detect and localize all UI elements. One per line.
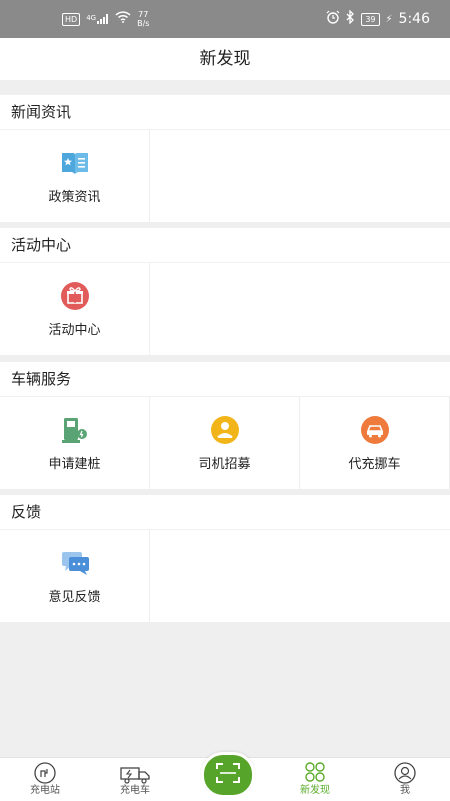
apply-charging-pile-item[interactable]: 申请建桩 (0, 397, 150, 489)
clock-time: 5:46 (398, 11, 430, 27)
charging-pile-icon (60, 415, 90, 445)
net-speed-unit: B/s (137, 19, 150, 28)
wifi-icon (115, 11, 131, 27)
tab-me[interactable]: 我 (360, 758, 450, 801)
page-title: 新发现 (199, 49, 251, 69)
news-grid: 政策资讯 (0, 130, 450, 222)
policy-news-label: 政策资讯 (48, 189, 101, 205)
section-title-vehicle: 车辆服务 (0, 362, 450, 397)
signal-icon: 4G (86, 14, 109, 24)
policy-news-item[interactable]: 政策资讯 (0, 130, 150, 222)
bluetooth-icon (346, 9, 355, 28)
charge-move-car-label: 代充挪车 (348, 456, 401, 472)
tab-charging-station-label: 充电站 (30, 785, 60, 796)
section-news: 新闻资讯 政策资讯 (0, 95, 450, 222)
charging-bolt-icon: ⚡ (385, 13, 393, 25)
feedback-grid: 意见反馈 (0, 530, 450, 622)
car-move-icon (360, 415, 390, 445)
scan-icon (215, 762, 241, 788)
charge-move-car-item[interactable]: 代充挪车 (300, 397, 450, 489)
section-activity: 活动中心 活动中心 (0, 228, 450, 355)
driver-recruit-icon (210, 415, 240, 445)
tab-discover-label: 新发现 (300, 785, 330, 796)
driver-recruit-label: 司机招募 (198, 456, 251, 472)
section-title-news: 新闻资讯 (0, 95, 450, 130)
feedback-item[interactable]: 意见反馈 (0, 530, 150, 622)
hd-badge: HD (62, 12, 81, 26)
net-speed: 77 B/s (137, 10, 149, 28)
status-left: HD 4G 77 B/s (62, 10, 149, 28)
tab-charging-truck[interactable]: 充电车 (90, 758, 180, 801)
activity-center-label: 活动中心 (48, 322, 101, 338)
gift-icon (60, 281, 90, 311)
charging-station-icon (0, 758, 90, 784)
charging-truck-icon (90, 758, 180, 784)
activity-grid: 活动中心 (0, 263, 450, 355)
top-nav-bar: 新发现 (0, 38, 450, 80)
section-title-feedback: 反馈 (0, 495, 450, 530)
activity-center-item[interactable]: 活动中心 (0, 263, 150, 355)
scan-button[interactable] (201, 752, 255, 798)
policy-news-icon (60, 148, 90, 178)
battery-indicator: 39 (361, 12, 380, 26)
section-feedback: 反馈 意见反馈 (0, 495, 450, 622)
section-vehicle-service: 车辆服务 申请建桩 司机招募 代充挪车 (0, 362, 450, 489)
net-gen-label: 4G (86, 14, 97, 22)
apply-charging-pile-label: 申请建桩 (48, 456, 101, 472)
feedback-chat-icon (60, 548, 90, 578)
clover-icon (270, 758, 360, 784)
user-icon (360, 758, 450, 784)
tab-charging-truck-label: 充电车 (120, 785, 150, 796)
net-speed-value: 77 (138, 10, 149, 19)
section-title-activity: 活动中心 (0, 228, 450, 263)
alarm-icon (326, 10, 340, 28)
status-right: 39 ⚡ 5:46 (326, 9, 430, 28)
driver-recruit-item[interactable]: 司机招募 (150, 397, 300, 489)
tab-me-label: 我 (400, 785, 410, 796)
tab-discover[interactable]: 新发现 (270, 758, 360, 801)
vehicle-grid: 申请建桩 司机招募 代充挪车 (0, 397, 450, 489)
feedback-label: 意见反馈 (48, 589, 101, 605)
status-bar: HD 4G 77 B/s 39 ⚡ 5:46 (0, 0, 450, 38)
tab-charging-station[interactable]: 充电站 (0, 758, 90, 801)
